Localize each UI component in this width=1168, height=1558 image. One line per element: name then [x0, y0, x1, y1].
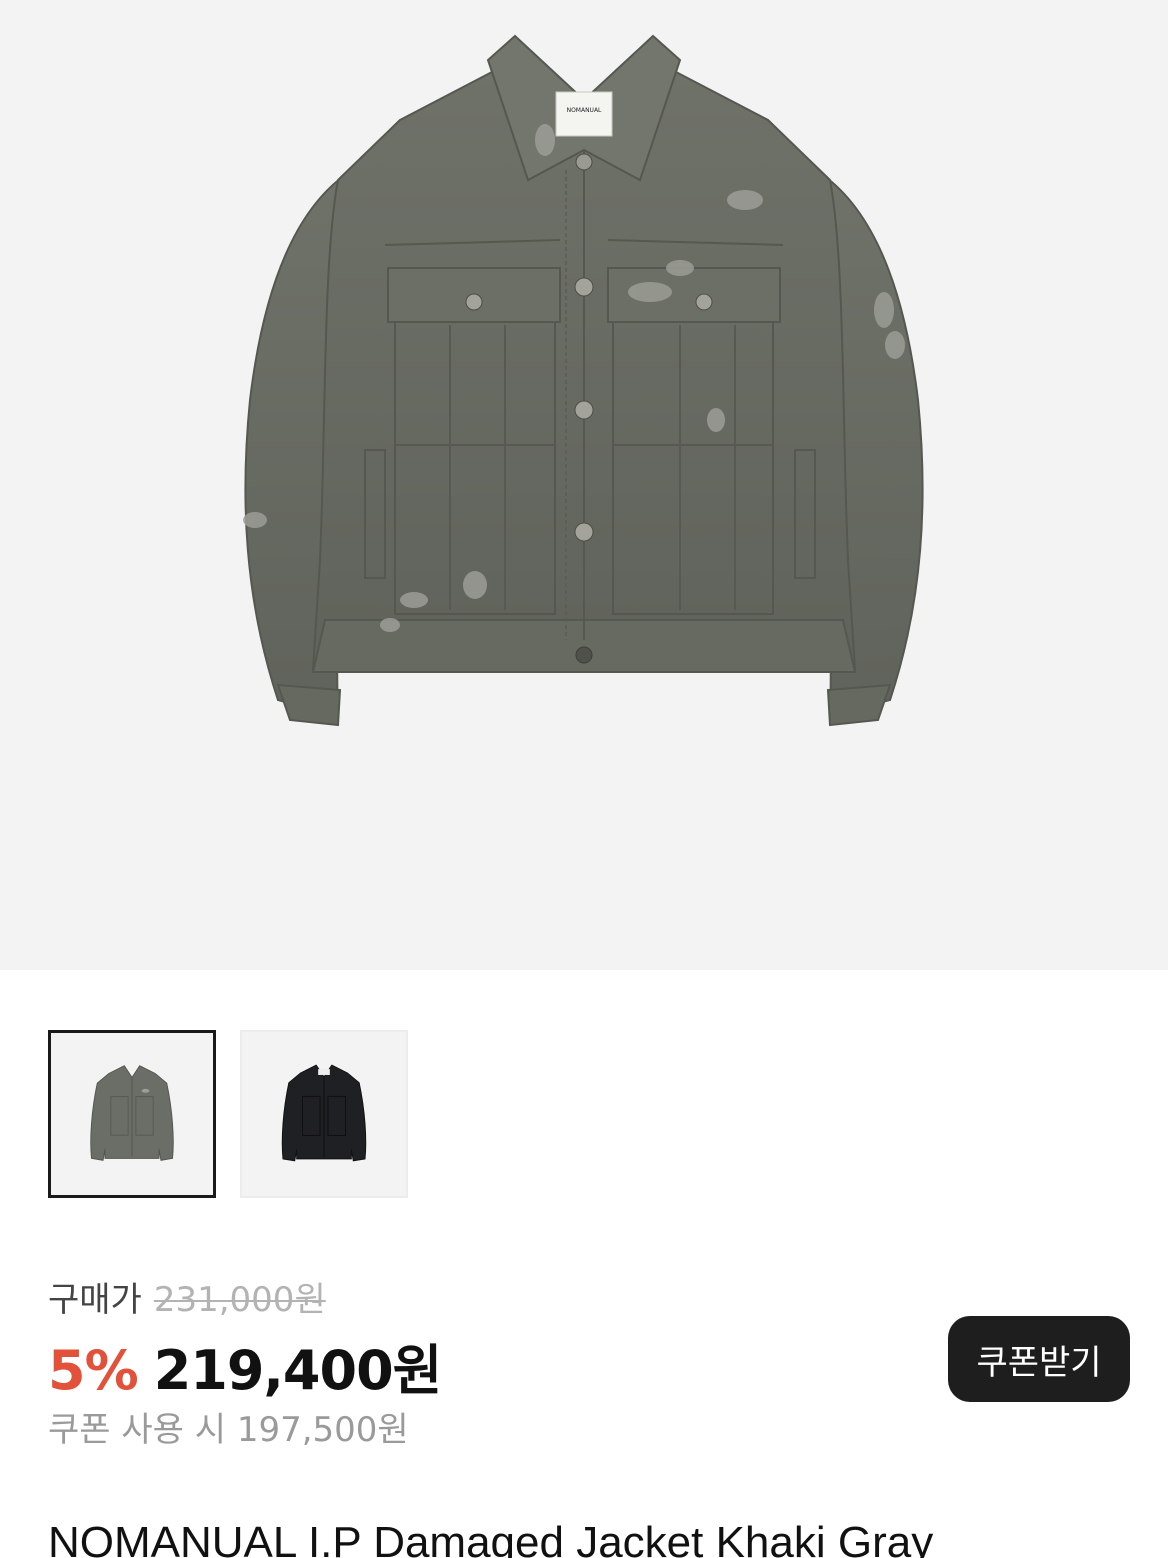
- price-label: 구매가: [48, 1280, 142, 1320]
- discount-rate: 5%: [48, 1339, 139, 1402]
- price-label-row: 구매가 231,000원: [48, 1272, 326, 1321]
- thumbnail-black[interactable]: [240, 1030, 408, 1198]
- jacket-khaki-gray-image: NOMANUAL: [243, 34, 924, 727]
- sale-price-row: 5% 219,400원: [48, 1326, 443, 1405]
- original-price: 231,000원: [153, 1280, 326, 1320]
- product-main-image[interactable]: NOMANUAL: [0, 0, 1168, 970]
- product-title: NOMANUAL I.P Damaged Jacket Khaki Gray: [48, 1518, 934, 1558]
- neck-label-text: NOMANUAL: [567, 107, 602, 114]
- jacket-khaki-gray-thumbnail-icon: [90, 1065, 174, 1161]
- jacket-black-thumbnail-icon: [281, 1064, 367, 1162]
- thumbnail-strip: [48, 1030, 408, 1198]
- sale-price: 219,400원: [153, 1339, 443, 1402]
- thumbnail-khaki-gray[interactable]: [48, 1030, 216, 1198]
- get-coupon-button[interactable]: 쿠폰받기: [948, 1316, 1130, 1402]
- coupon-applied-price: 쿠폰 사용 시 197,500원: [48, 1410, 409, 1450]
